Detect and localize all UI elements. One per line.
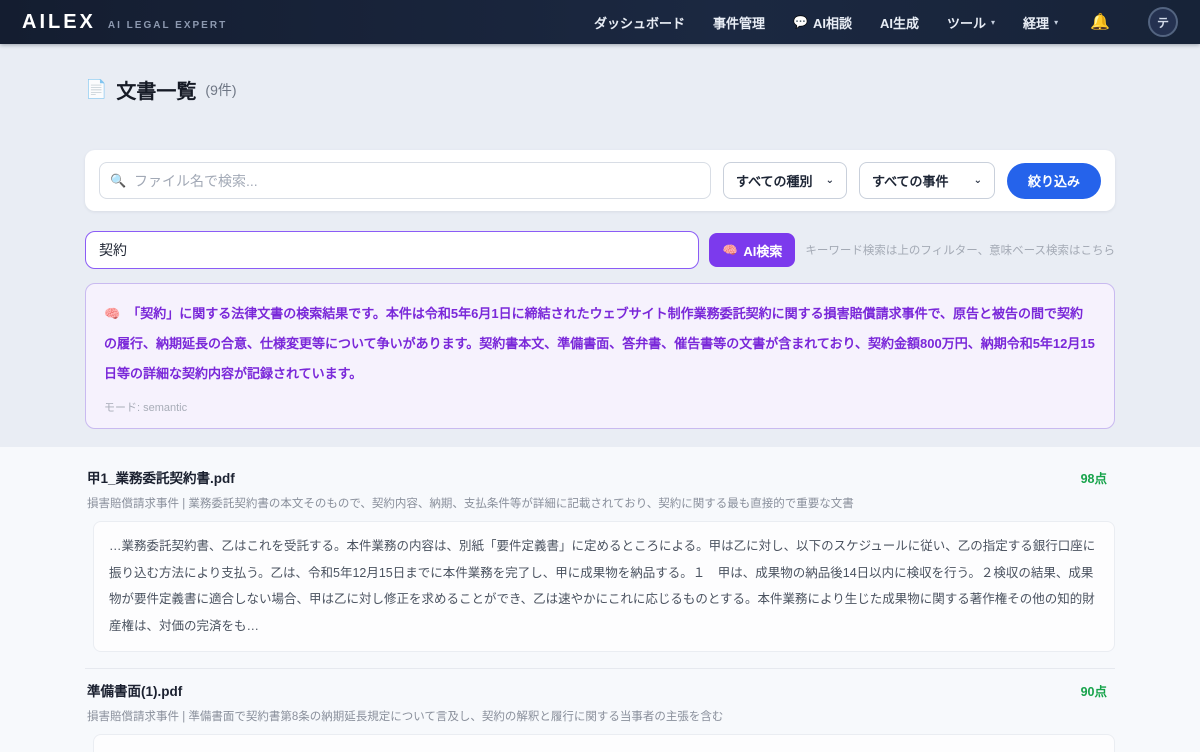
ai-summary-text: 「契約」に関する法律文書の検索結果です。本件は令和5年6月1日に締結されたウェブ… — [104, 306, 1095, 381]
brain-icon: 🧠 — [722, 243, 737, 257]
nav-item-tools[interactable]: ツール ▾ — [947, 13, 995, 32]
relevance-score: 90点 — [1081, 681, 1107, 700]
case-filter-value: すべての事件 — [872, 171, 949, 190]
nav-item-label: ツール — [947, 13, 986, 32]
nav-item-label: ダッシュボード — [594, 13, 685, 32]
filename-search-input[interactable] — [99, 162, 711, 199]
document-meta: 損害賠償請求事件 | 業務委託契約書の本文そのもので、契約内容、納期、支払条件等… — [87, 495, 1107, 511]
brand-logo: AILEX — [22, 11, 96, 34]
top-navbar: AILEX AI LEGAL EXPERT ダッシュボード 事件管理 💬 AI相… — [0, 0, 1200, 44]
nav-item-accounting[interactable]: 経理 ▾ — [1023, 13, 1058, 32]
ai-search-hint: キーワード検索は上のフィルター、意味ベース検索はこちら — [805, 242, 1115, 258]
document-meta: 損害賠償請求事件 | 準備書面で契約書第8条の納期延長規定について言及し、契約の… — [87, 708, 1107, 724]
document-row[interactable]: 準備書面(1).pdf 90点 損害賠償請求事件 | 準備書面で契約書第8条の納… — [85, 668, 1115, 752]
ai-summary: 🧠「契約」に関する法律文書の検索結果です。本件は令和5年6月1日に締結されたウェ… — [104, 299, 1096, 389]
brain-icon: 🧠 — [104, 306, 120, 321]
page-header: 📄 文書一覧 (9件) — [85, 44, 1115, 104]
nav-menu: ダッシュボード 事件管理 💬 AI相談 AI生成 ツール ▾ 経理 ▾ 🔔 テ — [594, 7, 1178, 37]
filter-bar: 🔍 すべての種別 ⌄ すべての事件 ⌄ 絞り込み — [85, 150, 1115, 211]
nav-item-ai-consult[interactable]: 💬 AI相談 — [793, 13, 852, 32]
nav-item-case-management[interactable]: 事件管理 — [713, 13, 765, 32]
filter-apply-button[interactable]: 絞り込み — [1007, 163, 1101, 199]
relevance-score: 98点 — [1081, 468, 1107, 487]
ai-search-input[interactable] — [85, 231, 699, 269]
ai-search-button[interactable]: 🧠 AI検索 — [709, 233, 795, 267]
chevron-down-icon: ⌄ — [826, 175, 834, 186]
ai-search-button-label: AI検索 — [743, 241, 782, 260]
document-list-section: 甲1_業務委託契約書.pdf 98点 損害賠償請求事件 | 業務委託契約書の本文… — [0, 447, 1200, 752]
notification-bell-icon[interactable]: 🔔 — [1090, 12, 1110, 32]
nav-item-label: AI生成 — [880, 13, 919, 32]
brand-tagline: AI LEGAL EXPERT — [108, 20, 227, 31]
document-excerpt: …業務委託契約書、乙はこれを受託する。本件業務の内容は、別紙「要件定義書」に定め… — [93, 521, 1115, 653]
nav-item-label: AI相談 — [813, 13, 852, 32]
document-count: (9件) — [205, 80, 236, 100]
page-title: 文書一覧 — [116, 75, 196, 104]
document-title[interactable]: 準備書面(1).pdf — [87, 680, 182, 700]
case-filter-select[interactable]: すべての事件 ⌄ — [859, 162, 995, 199]
chat-bubble-icon: 💬 — [793, 15, 808, 29]
chevron-down-icon: ▾ — [991, 18, 995, 27]
ai-search-row: 🧠 AI検索 キーワード検索は上のフィルター、意味ベース検索はこちら — [85, 231, 1115, 269]
chevron-down-icon: ⌄ — [974, 175, 982, 186]
document-excerpt: …のではない。第２ 納期延長の合意について１被告は、納期が令和6年3月末日に延長… — [93, 734, 1115, 752]
document-icon: 📄 — [85, 79, 107, 100]
nav-item-label: 経理 — [1023, 13, 1049, 32]
nav-item-ai-generate[interactable]: AI生成 — [880, 13, 919, 32]
document-row[interactable]: 甲1_業務委託契約書.pdf 98点 損害賠償請求事件 | 業務委託契約書の本文… — [85, 456, 1115, 669]
ai-result-box: 🧠「契約」に関する法律文書の検索結果です。本件は令和5年6月1日に締結されたウェ… — [85, 283, 1115, 429]
user-avatar[interactable]: テ — [1148, 7, 1178, 37]
type-filter-value: すべての種別 — [736, 171, 813, 190]
type-filter-select[interactable]: すべての種別 ⌄ — [723, 162, 847, 199]
nav-item-label: 事件管理 — [713, 13, 765, 32]
brand[interactable]: AILEX AI LEGAL EXPERT — [22, 11, 227, 34]
nav-item-dashboard[interactable]: ダッシュボード — [594, 13, 685, 32]
filename-search: 🔍 — [99, 162, 711, 199]
document-title[interactable]: 甲1_業務委託契約書.pdf — [87, 467, 235, 487]
chevron-down-icon: ▾ — [1054, 18, 1058, 27]
ai-mode-label: モード: semantic — [104, 399, 1096, 415]
